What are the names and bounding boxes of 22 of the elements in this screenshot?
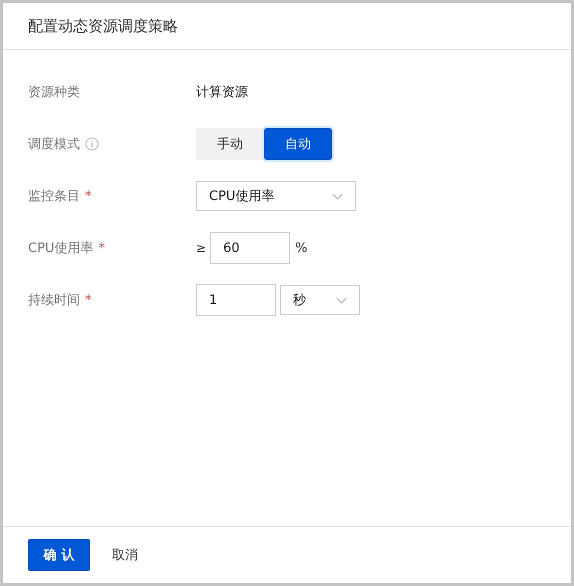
- select-field[interactable]: CPU使用率: [196, 181, 356, 211]
- info-icon[interactable]: [85, 137, 99, 151]
- field-label: 持续时间: [28, 292, 80, 309]
- number-input[interactable]: 60: [210, 232, 290, 264]
- field-value: 计算资源: [196, 84, 248, 101]
- chevron-down-icon: [332, 192, 343, 200]
- cancel-button[interactable]: 取消: [100, 540, 150, 570]
- dialog-title: 配置动态资源调度策略: [28, 16, 178, 36]
- mode-option[interactable]: 自动: [264, 128, 332, 160]
- confirm-button[interactable]: 确 认: [28, 539, 90, 571]
- chevron-down-icon: [336, 296, 347, 304]
- number-input[interactable]: 1: [196, 284, 276, 316]
- required-mark: *: [85, 292, 92, 308]
- comparison-symbol: ≥: [196, 241, 206, 255]
- unit-select[interactable]: 秒: [280, 285, 360, 315]
- required-mark: *: [98, 240, 105, 256]
- field-label: 资源种类: [28, 84, 80, 101]
- field-label: 调度模式: [28, 136, 80, 153]
- field-label: 监控条目: [28, 188, 80, 205]
- unit-label: %: [295, 240, 308, 256]
- field-label: CPU使用率: [28, 240, 94, 257]
- required-mark: *: [85, 188, 92, 204]
